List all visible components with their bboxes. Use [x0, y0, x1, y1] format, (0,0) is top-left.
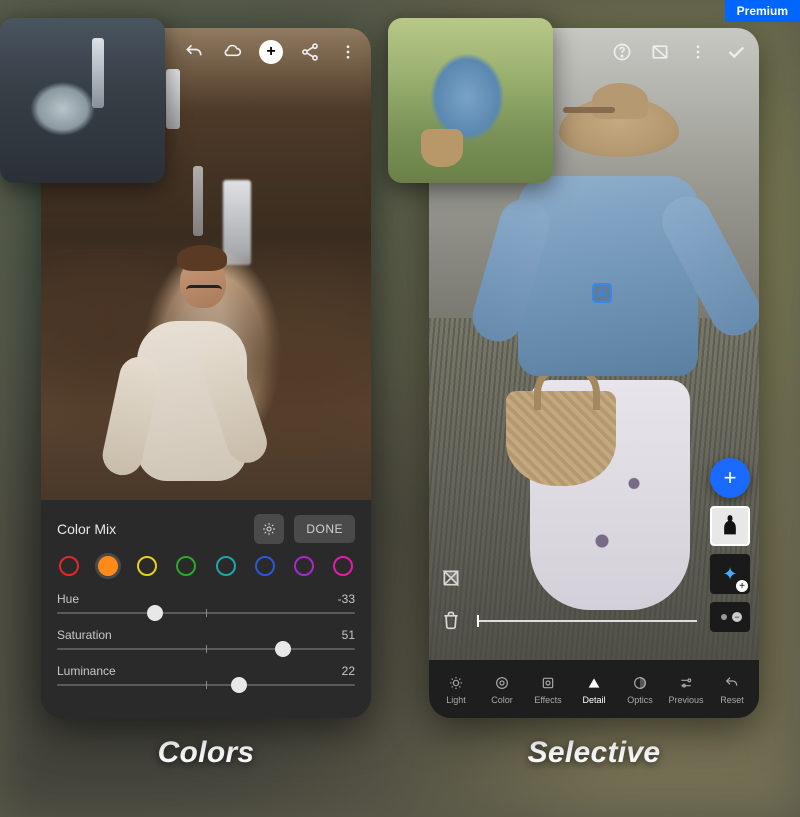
slider-value: 22	[342, 664, 355, 678]
slider-label: Saturation	[57, 628, 112, 642]
panel-header: Color Mix DONE	[57, 514, 355, 544]
trash-icon[interactable]	[439, 608, 463, 632]
bottom-toolbar: Light Color Effects Detail Optics Previous Res…	[429, 660, 759, 718]
tool-previous[interactable]: Previous	[665, 674, 707, 705]
help-icon[interactable]	[611, 41, 633, 63]
slider-value: -33	[338, 592, 355, 606]
left-side-icons	[439, 566, 463, 632]
right-thumbnail	[388, 18, 553, 183]
left-caption: Colors	[158, 736, 255, 770]
left-column: + Color Mix DONE Hue-33Saturation51Lu	[24, 28, 388, 817]
slider-track[interactable]	[57, 648, 355, 650]
amount-slider[interactable]	[477, 620, 697, 622]
undo-icon[interactable]	[183, 41, 205, 63]
slider-knob[interactable]	[275, 641, 291, 657]
invert-icon[interactable]	[439, 566, 463, 590]
left-thumbnail	[0, 18, 165, 183]
more-icon[interactable]	[687, 41, 709, 63]
color-mix-panel: Color Mix DONE Hue -33 Saturation 51 Luminan…	[41, 500, 371, 718]
mask-options-button[interactable]: −	[710, 602, 750, 632]
color-swatch[interactable]	[176, 556, 196, 576]
aperture-icon	[539, 674, 557, 692]
tool-label: Reset	[720, 695, 744, 705]
tool-optics[interactable]: Optics	[619, 674, 661, 705]
color-picker-icon[interactable]	[254, 514, 284, 544]
color-swatch[interactable]	[216, 556, 236, 576]
triangle-icon	[585, 674, 603, 692]
check-icon[interactable]	[725, 41, 747, 63]
slider-track[interactable]	[57, 612, 355, 614]
slider-hue: Hue -33	[57, 592, 355, 614]
tool-reset[interactable]: Reset	[711, 674, 753, 705]
waterfall	[193, 166, 203, 236]
color-swatch[interactable]	[98, 556, 118, 576]
tool-effects[interactable]: Effects	[527, 674, 569, 705]
right-column: + ✦+ − LightColorEff	[412, 28, 776, 817]
done-button[interactable]: DONE	[294, 515, 355, 543]
color-swatch[interactable]	[255, 556, 275, 576]
lens-icon	[631, 674, 649, 692]
tool-label: Previous	[668, 695, 703, 705]
slider-label: Luminance	[57, 664, 116, 678]
palette-icon	[493, 674, 511, 692]
tool-label: Effects	[534, 695, 561, 705]
compare-icon[interactable]	[649, 41, 671, 63]
cloud-icon[interactable]	[221, 41, 243, 63]
color-swatch[interactable]	[333, 556, 353, 576]
add-icon[interactable]: +	[259, 40, 283, 64]
tool-label: Color	[491, 695, 513, 705]
tool-label: Detail	[582, 695, 605, 705]
mask-thumbnail[interactable]	[710, 506, 750, 546]
slider-saturation: Saturation 51	[57, 628, 355, 650]
share-icon[interactable]	[299, 41, 321, 63]
slider-knob[interactable]	[231, 677, 247, 693]
color-swatch-row	[57, 556, 355, 576]
right-caption: Selective	[528, 736, 661, 770]
color-swatch[interactable]	[59, 556, 79, 576]
tool-light[interactable]: Light	[435, 674, 477, 705]
slider-track[interactable]	[57, 684, 355, 686]
waterfall	[166, 69, 180, 129]
slider-value: 51	[342, 628, 355, 642]
vertical-tools: + ✦+ −	[707, 458, 753, 632]
add-mask-button[interactable]: +	[710, 458, 750, 498]
tool-color[interactable]: Color	[481, 674, 523, 705]
undo-icon	[723, 674, 741, 692]
color-swatch[interactable]	[137, 556, 157, 576]
more-icon[interactable]	[337, 41, 359, 63]
color-swatch[interactable]	[294, 556, 314, 576]
tool-detail[interactable]: Detail	[573, 674, 615, 705]
premium-badge: Premium	[725, 0, 800, 22]
sun-icon	[447, 674, 465, 692]
slider-label: Hue	[57, 592, 79, 606]
select-subject-button[interactable]: ✦+	[710, 554, 750, 594]
slider-luminance: Luminance 22	[57, 664, 355, 686]
person-marker-icon[interactable]	[592, 283, 612, 303]
tool-label: Light	[446, 695, 466, 705]
tool-label: Optics	[627, 695, 653, 705]
panel-title: Color Mix	[57, 521, 254, 537]
layout: + Color Mix DONE Hue-33Saturation51Lu	[0, 0, 800, 817]
slider-knob[interactable]	[147, 605, 163, 621]
sliders-icon	[677, 674, 695, 692]
